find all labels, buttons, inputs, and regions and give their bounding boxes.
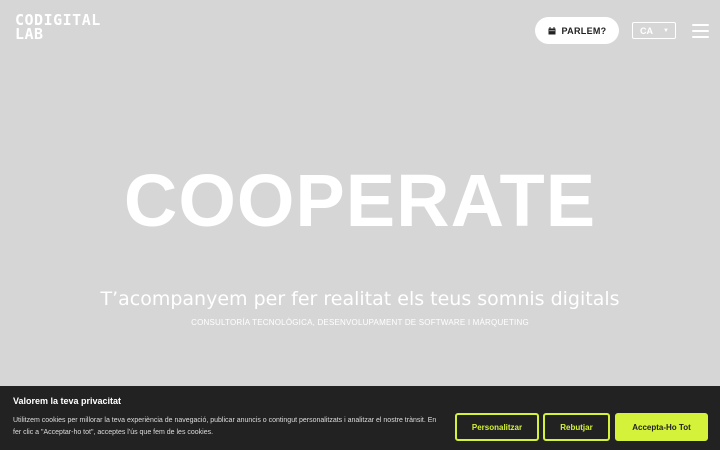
- menu-bar: [692, 36, 709, 38]
- logo[interactable]: CODIGITAL LAB: [15, 13, 101, 43]
- customize-button[interactable]: Personalitzar: [455, 413, 539, 441]
- hamburger-icon[interactable]: [692, 24, 709, 38]
- menu-bar: [692, 30, 709, 32]
- reject-button[interactable]: Rebutjar: [543, 413, 610, 441]
- language-value: CA: [640, 25, 653, 36]
- logo-line-2: LAB: [15, 25, 44, 43]
- cookie-text: Utilitzem cookies per millorar la teva e…: [13, 417, 437, 436]
- hero-tagline: CONSULTORÍA TECNOLÒGICA, DESENVOLUPAMENT…: [191, 318, 529, 327]
- menu-bar: [692, 24, 709, 26]
- cookie-title: Valorem la teva privacitat: [13, 396, 122, 406]
- cookie-banner: Valorem la teva privacitat Utilitzem coo…: [0, 386, 720, 450]
- hero-subtitle: T’acompanyem per fer realitat els teus s…: [100, 288, 620, 310]
- calendar-icon: [548, 26, 556, 34]
- accept-all-button[interactable]: Accepta-Ho Tot: [615, 413, 708, 441]
- chevron-down-icon: ▼: [663, 27, 669, 34]
- hero-title: COOPERATE: [123, 159, 597, 242]
- contact-button[interactable]: PARLEM?: [535, 17, 619, 44]
- language-select[interactable]: CA ▼: [632, 22, 676, 39]
- contact-button-label: PARLEM?: [561, 25, 607, 36]
